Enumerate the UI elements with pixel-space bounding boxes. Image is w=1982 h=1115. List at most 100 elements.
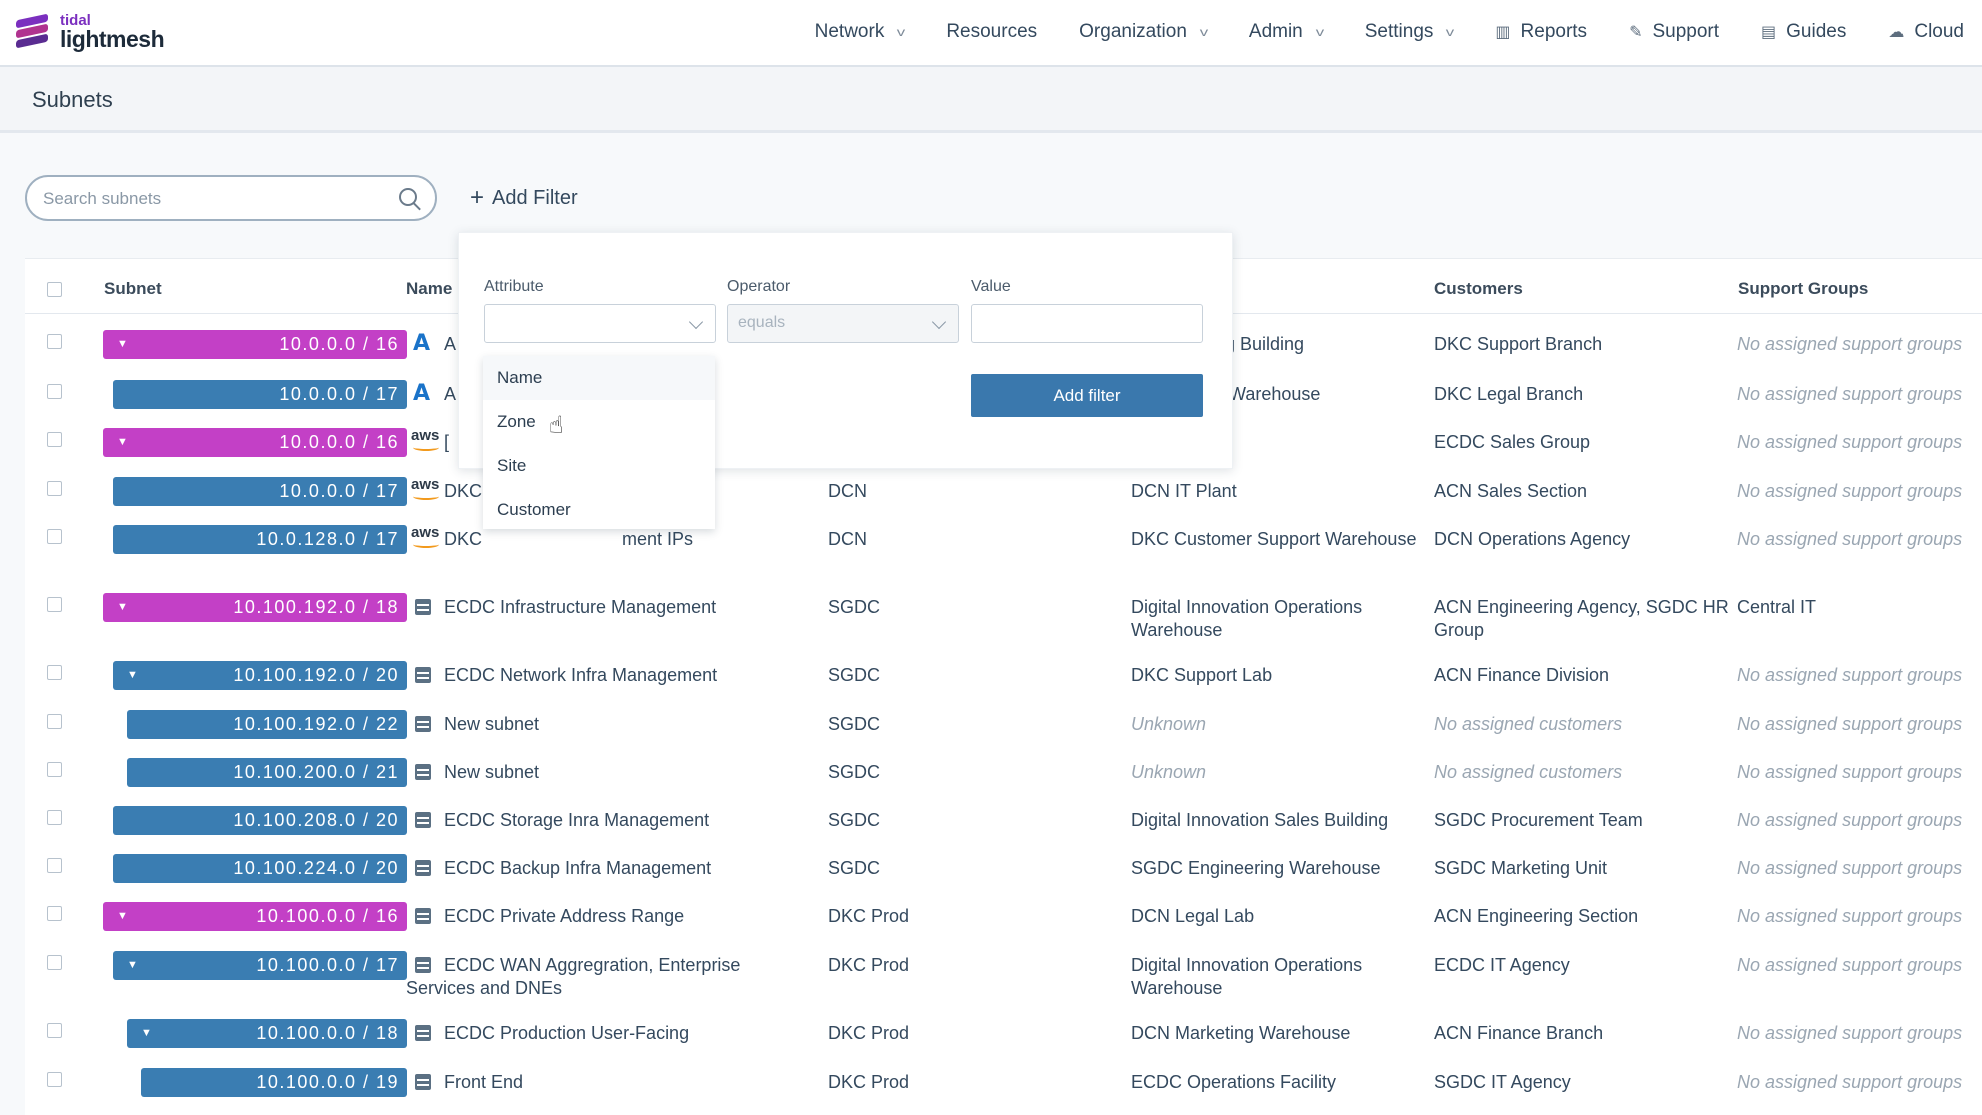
nav-item-admin[interactable]: Admin v [1249, 21, 1324, 43]
expand-caret-icon[interactable]: ▼ [127, 661, 138, 690]
nav-item-network[interactable]: Network v [814, 21, 906, 43]
brand-name: lightmesh [60, 26, 165, 52]
subnet-cidr-pill[interactable]: ▼ 10.100.0.0 / 18 [127, 1019, 407, 1048]
operator-select[interactable]: equals [727, 304, 959, 343]
row-checkbox[interactable] [47, 432, 62, 447]
subnet-cidr: 10.100.0.0 / 16 [256, 906, 399, 926]
attribute-select[interactable] [484, 304, 716, 343]
select-all-checkbox[interactable] [47, 282, 62, 297]
row-checkbox[interactable] [47, 810, 62, 825]
search-icon[interactable] [399, 188, 417, 206]
subnet-cidr-pill[interactable]: ▼ 10.100.192.0 / 18 [103, 593, 407, 622]
value-label: Value [971, 278, 1011, 295]
subnet-cidr-pill[interactable]: 10.0.0.0 / 17 [113, 477, 407, 506]
subnet-cidr-pill[interactable]: 10.0.128.0 / 17 [113, 525, 407, 554]
subnet-customers: ACN Engineering Agency, SGDC HR Group [1434, 597, 1729, 640]
subnet-name[interactable]: ECDC Infrastructure Management [444, 596, 716, 619]
subnet-name[interactable]: Front End [444, 1071, 523, 1094]
subnet-name[interactable]: A [444, 383, 456, 406]
subnet-name[interactable]: ECDC Private Address Range [444, 905, 684, 928]
expand-caret-icon[interactable]: ▼ [141, 1019, 152, 1048]
nav-label: Resources [946, 21, 1038, 42]
subnet-name[interactable]: New subnet [444, 713, 539, 736]
expand-caret-icon[interactable]: ▼ [117, 593, 128, 622]
subnet-name[interactable]: ECDC Production User-Facing [444, 1022, 689, 1045]
header-support-groups[interactable]: Support Groups [1738, 279, 1868, 299]
chevron-down-icon: v [1446, 25, 1455, 39]
subnet-cidr-pill[interactable]: 10.0.0.0 / 17 [113, 380, 407, 409]
row-checkbox[interactable] [47, 384, 62, 399]
subnet-support-groups: No assigned support groups [1737, 762, 1963, 782]
nav-item-settings[interactable]: Settings v [1365, 21, 1455, 43]
nav-item-support[interactable]: ✎ Support [1629, 21, 1719, 43]
brand-logo[interactable]: tidal lightmesh [16, 10, 165, 54]
subnet-zone: DKC Prod [828, 906, 910, 926]
row-checkbox[interactable] [47, 665, 62, 680]
expand-caret-icon[interactable]: ▼ [117, 330, 128, 359]
attribute-option-name[interactable]: Name [483, 356, 715, 400]
header-name[interactable]: Name [406, 279, 452, 299]
value-input[interactable] [971, 304, 1203, 343]
subnet-zone: DKC Prod [828, 1023, 910, 1043]
aws-icon: aws [411, 524, 440, 548]
add-filter-button[interactable]: + Add Filter [470, 184, 578, 212]
subnet-support-groups: No assigned support groups [1737, 665, 1963, 685]
nav-item-cloud[interactable]: ☁ Cloud [1888, 21, 1964, 43]
subnet-name[interactable]: ECDC Backup Infra Management [444, 857, 711, 880]
subnet-cidr-pill[interactable]: ▼ 10.100.192.0 / 20 [113, 661, 407, 690]
nav-item-resources[interactable]: Resources [946, 21, 1037, 43]
subnet-cidr-pill[interactable]: 10.100.0.0 / 19 [141, 1068, 407, 1097]
row-checkbox[interactable] [47, 481, 62, 496]
subnet-name[interactable]: ECDC Storage Inra Management [444, 809, 709, 832]
expand-caret-icon[interactable]: ▼ [117, 428, 128, 457]
chevron-down-icon [688, 314, 704, 330]
subnet-name[interactable]: ECDC WAN Aggregration, Enterprise Servic… [406, 954, 786, 1000]
subnet-name[interactable]: A [444, 333, 456, 356]
main-nav: Network v Resources Organization v Admin v Sett… [773, 0, 1964, 64]
add-filter-submit-button[interactable]: Add filter [971, 374, 1203, 417]
row-checkbox[interactable] [47, 529, 62, 544]
row-checkbox[interactable] [47, 714, 62, 729]
attribute-option-zone[interactable]: Zone [483, 400, 715, 444]
subnet-cidr-pill[interactable]: 10.100.200.0 / 21 [127, 758, 407, 787]
subnet-zone: SGDC [828, 714, 881, 734]
nav-item-reports[interactable]: ▥ Reports [1495, 21, 1587, 43]
subnet-name[interactable]: New subnet [444, 761, 539, 784]
subnet-cidr: 10.0.0.0 / 16 [279, 432, 399, 452]
subnet-cidr-pill[interactable]: ▼ 10.0.0.0 / 16 [103, 428, 407, 457]
subnet-site: Unknown [1131, 762, 1207, 782]
row-checkbox[interactable] [47, 597, 62, 612]
subnet-site: Digital Innovation Operations Warehouse [1131, 955, 1363, 998]
server-icon [415, 1074, 431, 1090]
subnet-cidr-pill[interactable]: ▼ 10.100.0.0 / 16 [103, 902, 407, 931]
chevron-down-icon: v [1199, 25, 1209, 39]
subnet-name[interactable]: ECDC Network Infra Management [444, 664, 717, 687]
nav-item-organization[interactable]: Organization v [1079, 21, 1209, 43]
header-customers[interactable]: Customers [1434, 279, 1523, 299]
row-checkbox[interactable] [47, 762, 62, 777]
subnet-customers: ACN Sales Section [1434, 481, 1588, 501]
expand-caret-icon[interactable]: ▼ [117, 902, 128, 931]
header-subnet[interactable]: Subnet [104, 279, 162, 299]
subnet-cidr-pill[interactable]: 10.100.208.0 / 20 [113, 806, 407, 835]
subnet-cidr-pill[interactable]: ▼ 10.100.0.0 / 17 [113, 951, 407, 980]
subnet-cidr-pill[interactable]: ▼ 10.0.0.0 / 16 [103, 330, 407, 359]
row-checkbox[interactable] [47, 1023, 62, 1038]
operator-value: equals [738, 314, 786, 331]
attribute-option-site[interactable]: Site [483, 444, 715, 488]
subnet-name[interactable]: [ [444, 431, 449, 454]
row-checkbox[interactable] [47, 906, 62, 921]
nav-label: Network [814, 21, 885, 42]
expand-caret-icon[interactable]: ▼ [127, 951, 138, 980]
subnet-customers: ACN Finance Branch [1434, 1023, 1604, 1043]
nav-item-guides[interactable]: ▤ Guides [1761, 21, 1846, 43]
subnet-cidr-pill[interactable]: 10.100.192.0 / 22 [127, 710, 407, 739]
subnet-support-groups: No assigned support groups [1737, 432, 1963, 452]
row-checkbox[interactable] [47, 1072, 62, 1087]
search-input[interactable] [41, 186, 385, 212]
attribute-option-customer[interactable]: Customer [483, 488, 715, 532]
row-checkbox[interactable] [47, 334, 62, 349]
subnet-cidr-pill[interactable]: 10.100.224.0 / 20 [113, 854, 407, 883]
row-checkbox[interactable] [47, 858, 62, 873]
row-checkbox[interactable] [47, 955, 62, 970]
